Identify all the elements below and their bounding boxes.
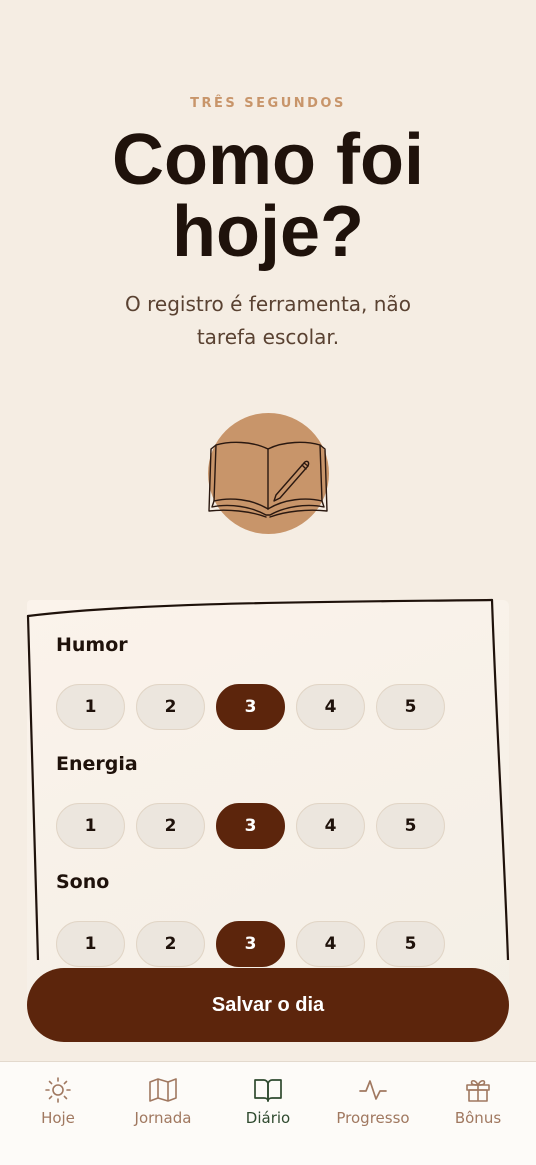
activity-icon <box>359 1080 387 1100</box>
eyebrow-label: TRÊS SEGUNDOS <box>190 96 346 111</box>
rating-option-5[interactable]: 5 <box>376 921 445 967</box>
bottom-navigation: Hoje Jornada Diário Progresso Bônus <box>0 1061 536 1165</box>
rating-option-1[interactable]: 1 <box>56 921 125 967</box>
nav-item-progresso[interactable]: Progresso <box>323 1076 423 1127</box>
rating-option-3-selected[interactable]: 3 <box>216 803 285 849</box>
nav-label: Bônus <box>454 1109 502 1127</box>
open-book-with-pen-icon <box>208 441 328 518</box>
scale-label: Energia <box>56 753 138 775</box>
rating-option-4[interactable]: 4 <box>296 921 365 967</box>
nav-label: Hoje <box>41 1109 75 1127</box>
rating-option-3-selected[interactable]: 3 <box>216 684 285 730</box>
rating-option-2[interactable]: 2 <box>136 684 205 730</box>
rating-option-3-selected[interactable]: 3 <box>216 921 285 967</box>
page-title: Como foi hoje? <box>0 124 536 268</box>
rating-options: 1 2 3 4 5 <box>56 921 445 967</box>
scale-label: Humor <box>56 634 128 656</box>
scale-sono: Sono 1 2 3 4 5 <box>56 871 445 967</box>
nav-label: Jornada <box>134 1109 192 1127</box>
rating-option-1[interactable]: 1 <box>56 803 125 849</box>
diary-screen: TRÊS SEGUNDOS Como foi hoje? O registro … <box>0 0 536 1165</box>
rating-options: 1 2 3 4 5 <box>56 684 445 730</box>
rating-option-1[interactable]: 1 <box>56 684 125 730</box>
nav-item-hoje[interactable]: Hoje <box>8 1076 108 1127</box>
nav-item-jornada[interactable]: Jornada <box>113 1076 213 1127</box>
rating-option-4[interactable]: 4 <box>296 803 365 849</box>
scale-humor: Humor 1 2 3 4 5 <box>56 634 445 730</box>
rating-option-2[interactable]: 2 <box>136 803 205 849</box>
subtitle-line-1: O registro é ferramenta, não <box>125 292 411 316</box>
nav-label: Progresso <box>336 1109 410 1127</box>
sun-icon <box>45 1077 71 1103</box>
rating-option-2[interactable]: 2 <box>136 921 205 967</box>
page-title-line-2: hoje? <box>172 192 364 272</box>
scale-energia: Energia 1 2 3 4 5 <box>56 753 445 849</box>
map-icon <box>149 1078 177 1102</box>
subtitle-line-2: tarefa escolar. <box>196 325 340 349</box>
scale-label: Sono <box>56 871 110 893</box>
nav-label: Diário <box>245 1109 291 1127</box>
book-icon <box>254 1079 282 1102</box>
rating-option-5[interactable]: 5 <box>376 684 445 730</box>
page-subtitle: O registro é ferramenta, não tarefa esco… <box>68 288 468 354</box>
nav-item-bonus[interactable]: Bônus <box>428 1076 528 1127</box>
journal-illustration <box>208 413 329 534</box>
rating-option-4[interactable]: 4 <box>296 684 365 730</box>
nav-item-diario[interactable]: Diário <box>218 1076 318 1127</box>
rating-options: 1 2 3 4 5 <box>56 803 445 849</box>
save-day-button[interactable]: Salvar o dia <box>27 968 509 1042</box>
gift-icon <box>466 1079 490 1102</box>
page-title-line-1: Como foi <box>112 120 424 200</box>
rating-option-5[interactable]: 5 <box>376 803 445 849</box>
